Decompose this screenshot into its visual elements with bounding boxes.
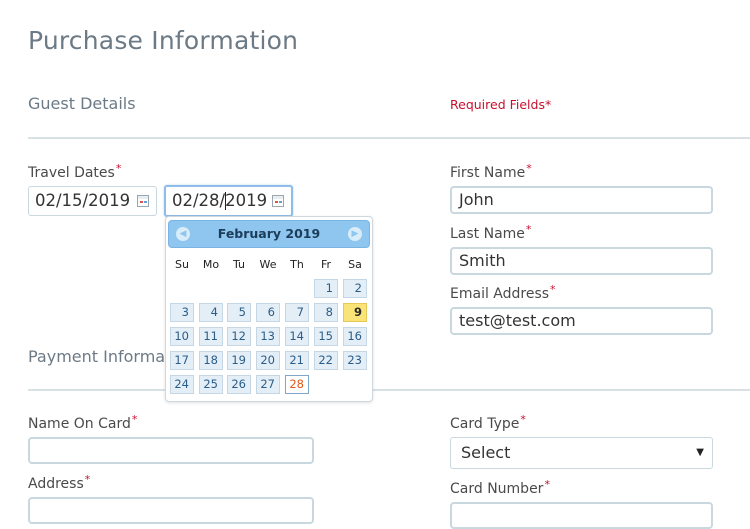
calendar-day[interactable]: 21 bbox=[285, 351, 309, 370]
page-title: Purchase Information bbox=[28, 26, 299, 55]
name-on-card-field[interactable] bbox=[28, 437, 314, 464]
calendar-day[interactable]: 6 bbox=[256, 303, 280, 322]
weekday-label: Th bbox=[290, 258, 304, 271]
calendar-day[interactable]: 12 bbox=[227, 327, 251, 346]
calendar-day[interactable]: 2 bbox=[343, 279, 367, 298]
calendar-day[interactable]: 14 bbox=[285, 327, 309, 346]
required-fields-note: Required Fields* bbox=[450, 97, 552, 112]
divider bbox=[28, 137, 750, 139]
card-type-label: Card Type* bbox=[450, 413, 526, 432]
divider bbox=[28, 389, 750, 391]
address-label: Address* bbox=[28, 473, 91, 492]
weekday-label: Tu bbox=[232, 258, 246, 271]
datepicker-popup: ◀ February 2019 ▶ Su Mo Tu We Th Fr Sa 1 2 3 4 5 6 7 8… bbox=[165, 216, 373, 402]
calendar-day[interactable]: 25 bbox=[199, 375, 223, 394]
email-label: Email Address* bbox=[450, 283, 556, 302]
datepicker-header: ◀ February 2019 ▶ bbox=[168, 220, 370, 248]
calendar-day[interactable]: 22 bbox=[314, 351, 338, 370]
weekday-label: Sa bbox=[348, 258, 362, 271]
calendar-day[interactable]: 16 bbox=[343, 327, 367, 346]
weekday-label: Mo bbox=[202, 258, 220, 271]
calendar-day[interactable]: 9 bbox=[343, 303, 367, 322]
calendar-day[interactable]: 26 bbox=[227, 375, 251, 394]
weekday-label: Su bbox=[175, 258, 189, 271]
calendar-day[interactable]: 5 bbox=[227, 303, 251, 322]
card-type-select[interactable]: Select ▼ bbox=[450, 437, 713, 469]
calendar-day[interactable]: 27 bbox=[256, 375, 280, 394]
card-number-field[interactable] bbox=[450, 502, 713, 529]
email-field[interactable]: test@test.com bbox=[450, 307, 713, 335]
calendar-day[interactable]: 23 bbox=[343, 351, 367, 370]
calendar-icon[interactable] bbox=[272, 195, 284, 207]
calendar-day[interactable]: 15 bbox=[314, 327, 338, 346]
weekday-label: We bbox=[259, 258, 277, 271]
calendar-day[interactable]: 10 bbox=[170, 327, 194, 346]
weekday-label: Fr bbox=[320, 258, 332, 271]
calendar-day[interactable]: 18 bbox=[199, 351, 223, 370]
calendar-day[interactable]: 11 bbox=[199, 327, 223, 346]
text-caret bbox=[225, 192, 226, 210]
calendar-day[interactable]: 1 bbox=[314, 279, 338, 298]
chevron-right-icon[interactable]: ▶ bbox=[348, 227, 362, 241]
calendar-day[interactable]: 28 bbox=[285, 375, 309, 394]
first-name-field[interactable]: John bbox=[450, 186, 713, 214]
calendar-day[interactable]: 13 bbox=[256, 327, 280, 346]
last-name-field[interactable]: Smith bbox=[450, 247, 713, 275]
payment-info-heading: Payment Informa bbox=[28, 347, 166, 366]
name-on-card-label: Name On Card* bbox=[28, 413, 138, 432]
calendar-day[interactable]: 19 bbox=[227, 351, 251, 370]
calendar-icon[interactable] bbox=[137, 195, 149, 207]
calendar-day[interactable]: 8 bbox=[314, 303, 338, 322]
calendar-day[interactable]: 17 bbox=[170, 351, 194, 370]
calendar-day[interactable]: 7 bbox=[285, 303, 309, 322]
calendar-day[interactable]: 24 bbox=[170, 375, 194, 394]
guest-details-heading: Guest Details bbox=[28, 94, 136, 113]
datepicker-month-title: February 2019 bbox=[217, 226, 321, 241]
calendar-day[interactable]: 20 bbox=[256, 351, 280, 370]
calendar-day[interactable]: 3 bbox=[170, 303, 194, 322]
calendar-day[interactable]: 4 bbox=[199, 303, 223, 322]
last-name-label: Last Name* bbox=[450, 223, 532, 242]
dropdown-arrow-icon: ▼ bbox=[696, 447, 704, 458]
travel-dates-label: Travel Dates* bbox=[28, 162, 122, 181]
first-name-label: First Name* bbox=[450, 162, 532, 181]
card-number-label: Card Number* bbox=[450, 478, 550, 497]
